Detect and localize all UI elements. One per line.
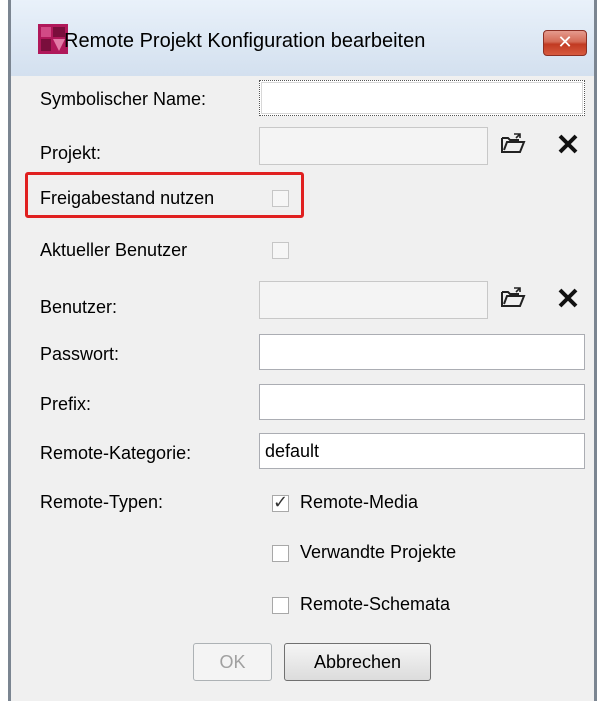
symbolic-name-input[interactable] <box>259 80 585 116</box>
current-user-checkbox[interactable] <box>272 242 289 259</box>
dialog-bottom-edge <box>11 694 594 701</box>
close-button[interactable]: ✕ <box>543 30 587 56</box>
current-user-label: Aktueller Benutzer <box>40 240 188 260</box>
remote-types-label: Remote-Typen: <box>40 492 164 512</box>
prefix-input[interactable] <box>259 384 585 420</box>
remote-media-checkbox[interactable]: ✓ <box>272 492 289 512</box>
folder-open-icon[interactable] <box>498 284 526 312</box>
release-state-checkbox[interactable] <box>272 190 289 207</box>
user-label: Benutzer: <box>40 297 118 317</box>
prefix-label: Prefix: <box>40 394 92 414</box>
project-label: Projekt: <box>40 143 102 163</box>
remote-category-label: Remote-Kategorie: <box>40 443 192 463</box>
remote-category-input[interactable]: default <box>259 433 585 469</box>
related-projects-label: Verwandte Projekte <box>300 542 457 562</box>
window-right-border <box>594 0 597 701</box>
close-icon: ✕ <box>557 32 573 53</box>
window-title: Remote Projekt Konfiguration bearbeiten <box>64 30 426 52</box>
folder-open-icon[interactable] <box>498 130 526 158</box>
password-input[interactable] <box>259 334 585 370</box>
dialog-window: Remote Projekt Konfiguration bearbeiten … <box>0 0 605 701</box>
title-bar[interactable]: Remote Projekt Konfiguration bearbeiten … <box>11 0 594 76</box>
remote-schemata-label: Remote-Schemata <box>300 594 451 614</box>
password-label: Passwort: <box>40 344 120 364</box>
project-input[interactable] <box>259 127 488 165</box>
release-state-label: Freigabestand nutzen <box>40 188 215 208</box>
remote-schemata-checkbox[interactable] <box>272 597 289 614</box>
symbolic-name-label: Symbolischer Name: <box>40 89 207 109</box>
user-input[interactable] <box>259 281 488 319</box>
remote-media-label: Remote-Media <box>300 492 419 512</box>
clear-project-icon[interactable] <box>554 130 582 158</box>
clear-user-icon[interactable] <box>554 284 582 312</box>
related-projects-checkbox[interactable] <box>272 545 289 562</box>
cancel-button[interactable]: Abbrechen <box>284 643 431 681</box>
ok-button[interactable]: OK <box>193 643 272 681</box>
checkmark-icon: ✓ <box>273 492 289 512</box>
